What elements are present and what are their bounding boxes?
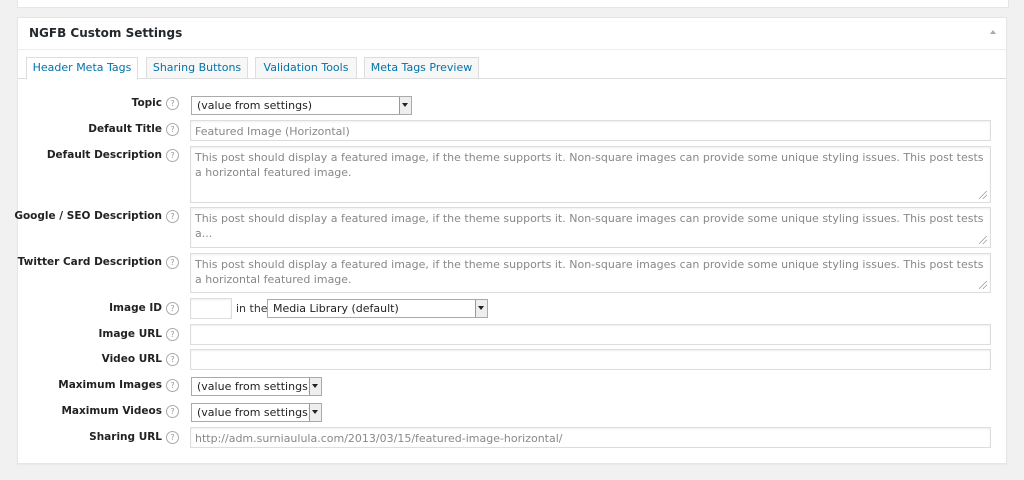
- image-id-help-icon[interactable]: ?: [166, 302, 179, 315]
- collapse-arrow-icon[interactable]: [990, 30, 996, 34]
- resize-handle-icon[interactable]: [979, 236, 987, 244]
- topic-select[interactable]: (value from settings): [191, 96, 412, 115]
- seo-description-text: This post should display a featured imag…: [195, 212, 984, 240]
- previous-metabox: [17, 0, 1009, 8]
- in-the-text: in the: [236, 302, 268, 315]
- twitter-description-help-icon[interactable]: ?: [166, 256, 179, 269]
- max-images-label: Maximum Images: [58, 379, 162, 391]
- media-library-select[interactable]: Media Library (default): [267, 299, 488, 318]
- max-images-select-value: (value from settings): [197, 380, 313, 393]
- resize-handle-icon[interactable]: [979, 191, 987, 199]
- resize-handle-icon[interactable]: [979, 281, 987, 289]
- chevron-down-icon: [309, 404, 321, 421]
- seo-description-label: Google / SEO Description: [14, 210, 162, 222]
- image-id-label: Image ID: [109, 302, 162, 314]
- twitter-description-label: Twitter Card Description: [17, 256, 162, 268]
- twitter-description-textarea[interactable]: This post should display a featured imag…: [190, 253, 991, 293]
- chevron-down-icon: [475, 300, 487, 317]
- chevron-down-icon: [399, 97, 411, 114]
- default-description-text: This post should display a featured imag…: [195, 151, 984, 179]
- metabox-header[interactable]: NGFB Custom Settings: [18, 18, 1006, 50]
- seo-description-help-icon[interactable]: ?: [166, 210, 179, 223]
- max-images-help-icon[interactable]: ?: [166, 379, 179, 392]
- tab-meta-tags-preview[interactable]: Meta Tags Preview: [364, 57, 479, 79]
- max-videos-label: Maximum Videos: [61, 405, 162, 417]
- sharing-url-input[interactable]: http://adm.surniaulula.com/2013/03/15/fe…: [190, 427, 991, 448]
- metabox-title: NGFB Custom Settings: [29, 26, 183, 40]
- topic-label: Topic: [131, 97, 162, 109]
- tab-sharing-buttons[interactable]: Sharing Buttons: [146, 57, 248, 79]
- image-id-input[interactable]: [190, 298, 232, 319]
- sharing-url-help-icon[interactable]: ?: [166, 431, 179, 444]
- image-url-help-icon[interactable]: ?: [166, 328, 179, 341]
- max-videos-select-value: (value from settings): [197, 406, 313, 419]
- twitter-description-text: This post should display a featured imag…: [195, 258, 984, 286]
- image-url-label: Image URL: [98, 328, 162, 340]
- tab-header-meta-tags[interactable]: Header Meta Tags: [26, 57, 138, 80]
- default-title-input[interactable]: Featured Image (Horizontal): [190, 120, 991, 141]
- max-videos-help-icon[interactable]: ?: [166, 405, 179, 418]
- topic-select-value: (value from settings): [197, 99, 313, 112]
- default-description-help-icon[interactable]: ?: [166, 149, 179, 162]
- tab-validation-tools[interactable]: Validation Tools: [255, 57, 357, 79]
- video-url-help-icon[interactable]: ?: [166, 353, 179, 366]
- image-url-input[interactable]: [190, 324, 991, 345]
- default-description-label: Default Description: [46, 149, 162, 161]
- chevron-down-icon: [309, 378, 321, 395]
- max-videos-select[interactable]: (value from settings): [191, 403, 322, 422]
- seo-description-textarea[interactable]: This post should display a featured imag…: [190, 207, 991, 248]
- metabox-tabs: Header Meta Tags Sharing Buttons Validat…: [18, 50, 1006, 80]
- media-library-select-value: Media Library (default): [273, 302, 399, 315]
- default-description-textarea[interactable]: This post should display a featured imag…: [190, 146, 991, 203]
- sharing-url-label: Sharing URL: [89, 431, 162, 443]
- topic-help-icon[interactable]: ?: [166, 97, 179, 110]
- default-title-label: Default Title: [88, 123, 162, 135]
- max-images-select[interactable]: (value from settings): [191, 377, 322, 396]
- video-url-label: Video URL: [101, 353, 162, 365]
- default-title-help-icon[interactable]: ?: [166, 123, 179, 136]
- video-url-input[interactable]: [190, 349, 991, 370]
